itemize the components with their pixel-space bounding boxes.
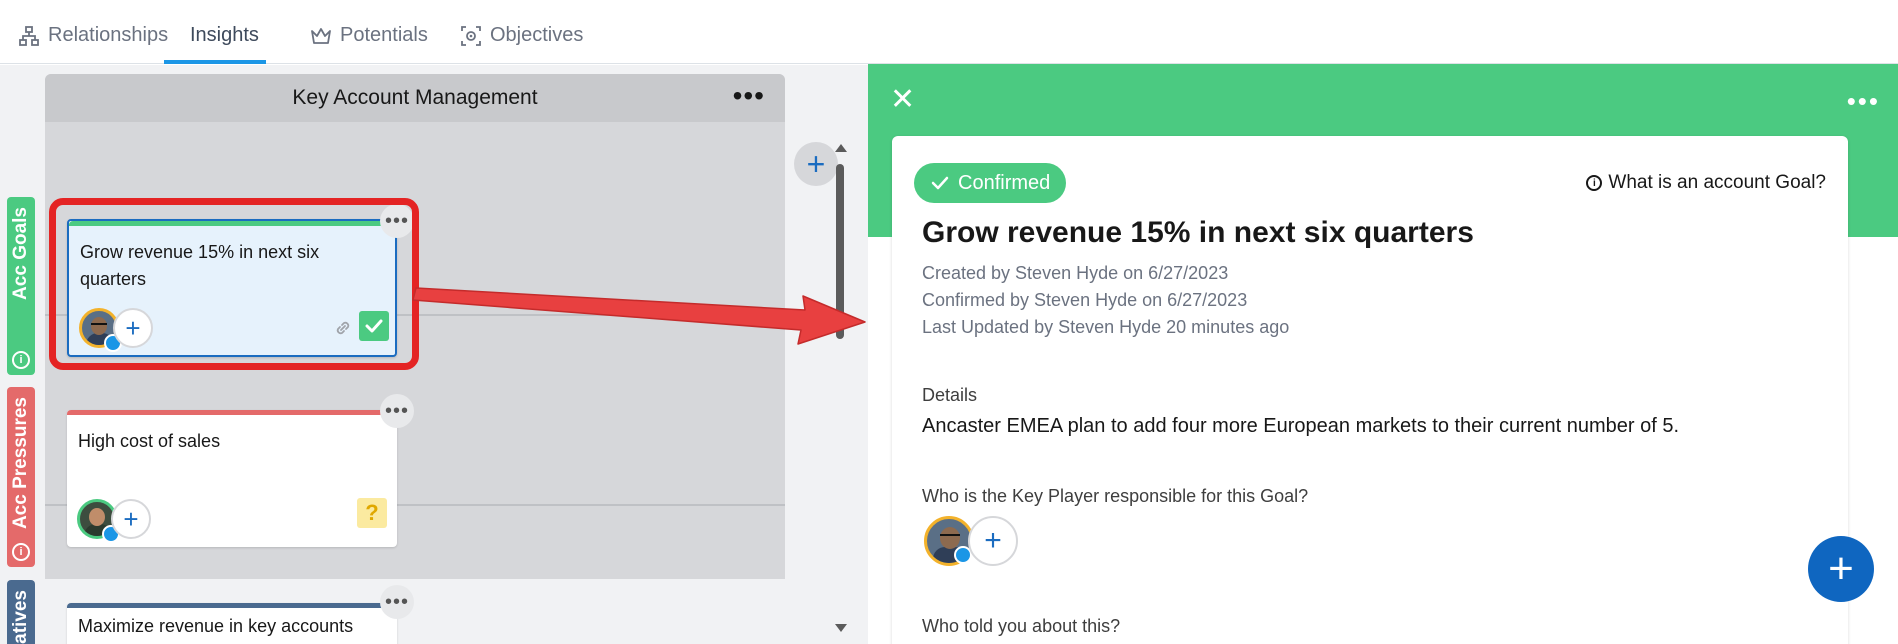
initiative-card[interactable]: Maximize revenue in key accounts (67, 603, 397, 644)
card-status-bar (67, 410, 397, 415)
confirmed-by-text: Confirmed by Steven Hyde on 6/27/2023 (922, 290, 1248, 310)
tab-label: Potentials (340, 24, 428, 46)
crown-icon (311, 28, 331, 44)
goal-detail-card: Confirmed i What is an account Goal? Gro… (892, 136, 1848, 644)
lane-label-text: atives (10, 590, 31, 644)
check-icon (931, 176, 949, 190)
details-text: Ancaster EMEA plan to add four more Euro… (922, 415, 1680, 437)
card-more-button[interactable]: ••• (380, 394, 414, 428)
card-more-button[interactable]: ••• (380, 585, 414, 619)
tab-relationships[interactable]: Relationships (0, 20, 186, 64)
status-label: Confirmed (958, 171, 1051, 194)
lane-label-text: Acc Goals (10, 207, 31, 300)
lane-label-text: Acc Pressures (10, 397, 31, 530)
status-badge[interactable]: Confirmed (914, 163, 1067, 203)
created-by-text: Created by Steven Hyde on 6/27/2023 (922, 263, 1229, 283)
info-icon[interactable]: i (12, 351, 30, 369)
tab-label: Objectives (490, 24, 584, 46)
scroll-down-arrow[interactable] (835, 624, 847, 632)
info-icon[interactable]: i (12, 543, 30, 561)
close-icon[interactable]: ✕ (890, 82, 915, 117)
details-label: Details (922, 385, 978, 405)
tab-objectives[interactable]: Objectives (442, 20, 601, 64)
help-link-text: What is an account Goal? (1608, 172, 1826, 193)
pressure-card[interactable]: High cost of sales + ? (67, 410, 397, 547)
told-by-label: Who told you about this? (922, 616, 1121, 636)
card-title: Maximize revenue in key accounts (78, 616, 354, 636)
card-status-bar (67, 603, 397, 608)
add-contact-button[interactable]: + (111, 499, 151, 539)
tab-label: Relationships (48, 24, 169, 46)
lane-label-initiatives: atives (7, 580, 35, 644)
annotation-arrow (412, 287, 866, 345)
lane-label-acc-goals: Acc Goals i (7, 197, 35, 375)
scroll-up-arrow[interactable] (835, 144, 847, 152)
info-icon: i (1586, 175, 1603, 191)
last-updated-text: Last Updated by Steven Hyde 20 minutes a… (922, 317, 1290, 337)
help-link[interactable]: i What is an account Goal? (1586, 172, 1826, 194)
card-title: High cost of sales (78, 431, 221, 451)
column-more-icon[interactable]: ••• (733, 82, 765, 110)
lane-label-acc-pressures: Acc Pressures i (7, 387, 35, 567)
panel-more-icon[interactable]: ••• (1847, 86, 1880, 117)
add-column-button[interactable]: + (794, 142, 838, 186)
column-header: Key Account Management ••• (45, 74, 785, 122)
tab-insights[interactable]: Insights (164, 20, 266, 64)
target-icon (461, 26, 481, 46)
tab-potentials[interactable]: Potentials (292, 20, 446, 64)
unconfirmed-question-icon[interactable]: ? (357, 498, 387, 528)
add-key-player-button[interactable]: + (968, 516, 1018, 566)
annotation-highlight-box (49, 198, 419, 370)
column-title: Key Account Management (292, 86, 538, 109)
top-tab-bar: Relationships Insights Potentials Object… (0, 0, 1898, 64)
key-player-label: Who is the Key Player responsible for th… (922, 486, 1309, 506)
hierarchy-icon (19, 26, 39, 46)
detail-panel: ✕ ••• Confirmed i What is an account Goa… (868, 64, 1898, 644)
tab-label: Insights (190, 24, 259, 46)
goal-title: Grow revenue 15% in next six quarters (922, 216, 1474, 249)
add-floating-button[interactable]: + (1808, 536, 1874, 602)
